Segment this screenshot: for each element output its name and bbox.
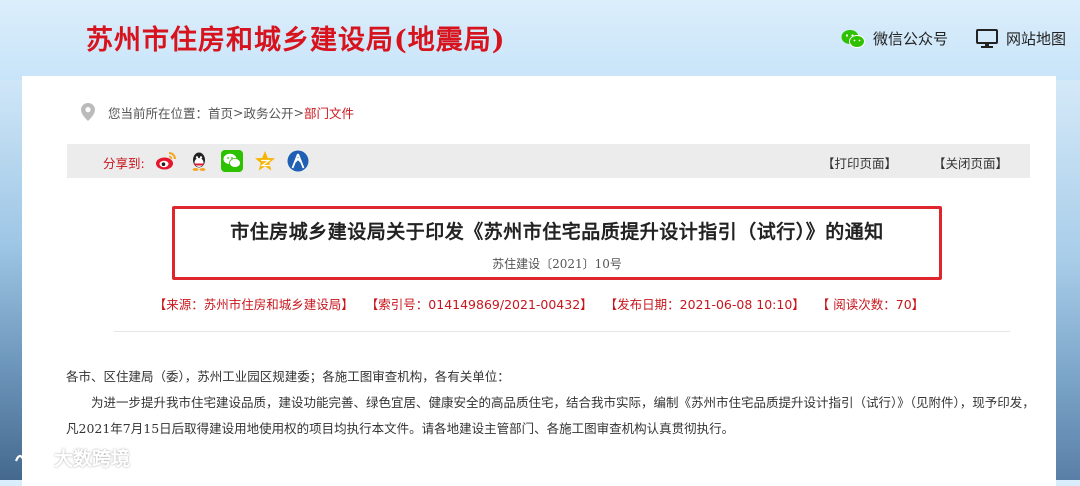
- article-title: 市住房城乡建设局关于印发《苏州市住宅品质提升设计指引（试行）》的通知: [230, 221, 884, 243]
- content-panel: 您当前所在位置： 首页 > 政务公开 > 部门文件 分享到: 【打印页面】 【关…: [22, 76, 1056, 486]
- monitor-icon: [975, 28, 998, 48]
- close-page-button[interactable]: 【关闭页面】: [933, 153, 1008, 172]
- site-title: 苏州市住房和城乡建设局(地震局): [86, 25, 506, 56]
- wechat-official-account-link[interactable]: 微信公众号: [841, 28, 948, 49]
- article-body: 各市、区住建局（委），苏州工业园区规建委；各施工图审查机构，各有关单位： 为进一…: [66, 364, 1036, 442]
- article-meta: 【来源：苏州市住房和城乡建设局】 【索引号：014149869/2021-004…: [22, 294, 1056, 313]
- breadcrumb: 您当前所在位置： 首页 > 政务公开 > 部门文件: [80, 102, 354, 122]
- article-salutation: 各市、区住建局（委），苏州工业园区规建委；各施工图审查机构，各有关单位：: [66, 369, 510, 384]
- meta-source: 【来源：苏州市住房和城乡建设局】: [153, 297, 354, 312]
- breadcrumb-separator: >: [233, 104, 244, 120]
- breadcrumb-prefix: 您当前所在位置：: [108, 105, 209, 121]
- print-page-button[interactable]: 【打印页面】: [822, 153, 897, 172]
- watermark: 大数跨境: [12, 444, 130, 471]
- title-highlight-box: 市住房城乡建设局关于印发《苏州市住宅品质提升设计指引（试行）》的通知 苏住建设〔…: [172, 206, 942, 280]
- breadcrumb-home-link[interactable]: 首页: [208, 103, 233, 122]
- article-paragraph: 为进一步提升我市住宅建设品质，建设功能完善、绿色宜居、健康安全的高品质住宅，结合…: [66, 395, 1035, 436]
- share-icons: [155, 150, 309, 172]
- breadcrumb-section-link[interactable]: 政务公开: [244, 103, 294, 122]
- weibo-icon[interactable]: [155, 150, 177, 172]
- sitemap-link[interactable]: 网站地图: [975, 28, 1066, 49]
- meta-date: 【发布日期：2021-06-08 10:10】: [604, 297, 805, 312]
- page-tools: 【打印页面】 【关闭页面】: [822, 153, 1008, 172]
- breadcrumb-separator: >: [293, 104, 305, 120]
- breadcrumb-current-link[interactable]: 部门文件: [304, 103, 354, 122]
- share-label: 分享到:: [103, 156, 145, 171]
- location-pin-icon: [81, 103, 95, 121]
- document-number: 苏住建设〔2021〕10号: [492, 257, 622, 271]
- watermark-logo-icon: [14, 451, 45, 467]
- share-toolbar: 分享到: 【打印页面】 【关闭页面】: [67, 144, 1030, 178]
- meta-index: 【索引号：014149869/2021-00432】: [365, 297, 593, 312]
- renren-icon[interactable]: [287, 150, 309, 172]
- wechat-icon: [841, 29, 865, 48]
- sitemap-link-label: 网站地图: [1005, 30, 1066, 48]
- qzone-icon[interactable]: [254, 150, 276, 172]
- meta-views: 【 阅读次数：70】: [816, 297, 925, 312]
- top-links: 微信公众号 网站地图: [841, 28, 1066, 49]
- qq-icon[interactable]: [188, 150, 210, 172]
- meta-divider: [114, 331, 1010, 332]
- wechat-link-label: 微信公众号: [872, 30, 948, 48]
- wechat-share-icon[interactable]: [221, 150, 243, 172]
- watermark-text: 大数跨境: [54, 448, 131, 470]
